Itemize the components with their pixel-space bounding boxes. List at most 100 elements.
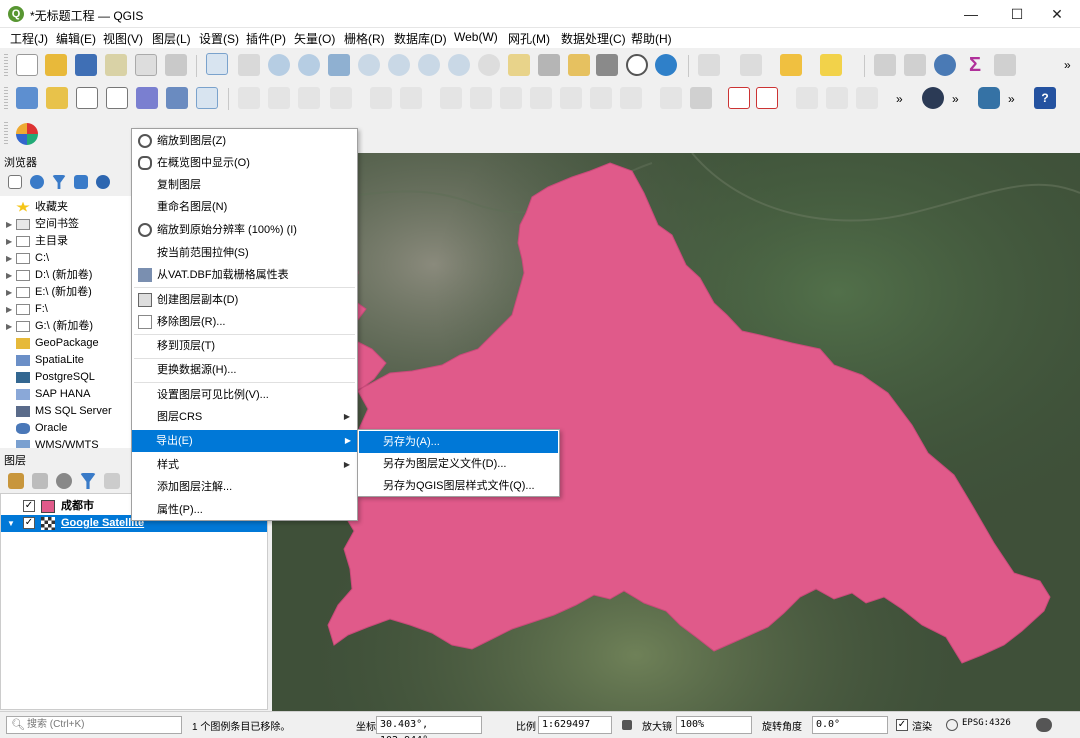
select-features-icon[interactable]: [698, 54, 720, 76]
toggle-editing-icon[interactable]: [268, 87, 290, 109]
menu-mesh[interactable]: 网孔(M): [508, 30, 550, 47]
menu-item-show-in-overview[interactable]: 在概览图中显示(O): [133, 152, 356, 174]
menu-plugins[interactable]: 插件(P): [246, 30, 286, 47]
new-bookmark-icon[interactable]: [568, 54, 590, 76]
new-geopackage-icon[interactable]: [46, 87, 68, 109]
current-edits-icon[interactable]: [238, 87, 260, 109]
browser-item-favorites[interactable]: 收藏夹: [6, 199, 68, 215]
save-project-icon[interactable]: [75, 54, 97, 76]
scale-field[interactable]: 1:629497: [538, 716, 612, 734]
toolbar-grip[interactable]: [4, 54, 8, 78]
add-feature-icon[interactable]: [370, 87, 392, 109]
browser-item-drive-g[interactable]: ▶ G:\ (新加卷): [6, 318, 93, 334]
new-map-view-icon[interactable]: [508, 54, 530, 76]
layer-styling-icon[interactable]: [8, 473, 24, 489]
refresh-icon[interactable]: [30, 175, 44, 189]
menu-item-save-as[interactable]: 另存为(A)...: [359, 431, 558, 453]
identify-icon[interactable]: [874, 54, 896, 76]
menu-item-zoom-native[interactable]: 缩放到原始分辨率 (100%) (I): [133, 219, 356, 241]
browser-item-sap-hana[interactable]: SAP HANA: [6, 386, 90, 402]
deselect-icon[interactable]: [780, 54, 802, 76]
menu-item-copy-layer[interactable]: 复制图层: [133, 174, 356, 196]
new-project-icon[interactable]: [16, 54, 38, 76]
menu-item-change-source[interactable]: 更换数据源(H)...: [133, 359, 356, 381]
save-edits-icon[interactable]: [298, 87, 320, 109]
statistics-sum-icon[interactable]: Σ: [964, 54, 986, 76]
show-unplaced-labels-icon[interactable]: [796, 87, 818, 109]
toolbar-overflow-button[interactable]: »: [1008, 92, 1015, 106]
menu-help[interactable]: 帮助(H): [631, 30, 672, 47]
pan-icon[interactable]: [206, 53, 228, 75]
menu-item-add-annotation[interactable]: 添加图层注解...: [133, 476, 356, 498]
info-icon[interactable]: [96, 175, 110, 189]
coordinate-field[interactable]: 30.403°, 102.944°: [376, 716, 482, 738]
menu-raster[interactable]: 栅格(R): [344, 30, 385, 47]
menu-item-visibility-scale[interactable]: 设置图层可见比例(V)...: [133, 384, 356, 406]
modify-attributes-icon[interactable]: [440, 87, 462, 109]
help-icon[interactable]: ?: [1034, 87, 1056, 109]
menu-processing[interactable]: 数据处理(C): [561, 30, 626, 47]
rotate-label-icon[interactable]: [856, 87, 878, 109]
delete-selected-icon[interactable]: [470, 87, 492, 109]
temporal-controller-icon[interactable]: [626, 54, 648, 76]
print-layout-icon[interactable]: [135, 54, 157, 76]
select-by-value-icon[interactable]: [740, 54, 762, 76]
close-button[interactable]: ✕: [1034, 0, 1080, 28]
zoom-out-icon[interactable]: [298, 54, 320, 76]
filter-icon[interactable]: [52, 175, 66, 189]
browser-item-mssql[interactable]: MS SQL Server: [6, 403, 112, 419]
menu-database[interactable]: 数据库(D): [394, 30, 447, 47]
new-memory-layer-icon[interactable]: [136, 87, 158, 109]
vertex-tool-icon[interactable]: [400, 87, 422, 109]
menu-item-move-to-top[interactable]: 移到顶层(T): [133, 335, 356, 357]
browser-item-drive-e[interactable]: ▶ E:\ (新加卷): [6, 284, 92, 300]
browser-item-home[interactable]: ▶ 主目录: [6, 233, 68, 249]
layer-labeling-icon[interactable]: [728, 87, 750, 109]
locator-search-input[interactable]: 🔍︎ 搜索 (Ctrl+K): [6, 716, 182, 734]
minimize-button[interactable]: —: [948, 0, 994, 28]
label-toolbar-icon[interactable]: [660, 87, 682, 109]
zoom-in-icon[interactable]: [268, 54, 290, 76]
lock-scale-icon[interactable]: [622, 720, 632, 730]
plugin-globe-icon[interactable]: [16, 123, 38, 145]
browser-item-postgresql[interactable]: PostgreSQL: [6, 369, 95, 385]
browser-item-wms[interactable]: WMS/WMTS: [6, 437, 99, 448]
browser-item-bookmarks[interactable]: ▶ 空间书签: [6, 216, 79, 232]
browser-item-geopackage[interactable]: GeoPackage: [6, 335, 99, 351]
undo-icon[interactable]: [590, 87, 612, 109]
menu-item-properties[interactable]: 属性(P)...: [133, 499, 356, 521]
layer-visibility-checkbox[interactable]: ✓: [23, 500, 35, 512]
open-project-icon[interactable]: [45, 54, 67, 76]
filter-legend-icon[interactable]: [80, 473, 96, 489]
toolbar-overflow-button[interactable]: »: [1064, 58, 1071, 72]
menu-item-save-as-layer-definition[interactable]: 另存为图层定义文件(D)...: [359, 453, 558, 475]
zoom-native-icon[interactable]: [418, 54, 440, 76]
add-group-icon[interactable]: [32, 473, 48, 489]
toolbar-overflow-button[interactable]: »: [952, 92, 959, 106]
browser-item-drive-c[interactable]: ▶ C:\: [6, 250, 49, 266]
rotation-field[interactable]: 0.0°: [812, 716, 888, 734]
menu-project[interactable]: 工程(J): [10, 30, 48, 47]
zoom-layer-icon[interactable]: [388, 54, 410, 76]
browser-item-spatialite[interactable]: SpatiaLite: [6, 352, 84, 368]
new-3d-view-icon[interactable]: [538, 54, 560, 76]
messages-icon[interactable]: [1036, 718, 1052, 732]
menu-edit[interactable]: 编辑(E): [56, 30, 96, 47]
pin-labels-icon[interactable]: [690, 87, 712, 109]
new-spatialite-icon[interactable]: [106, 87, 128, 109]
style-manager-icon[interactable]: [165, 54, 187, 76]
menu-vector[interactable]: 矢量(O): [294, 30, 335, 47]
cut-features-icon[interactable]: [500, 87, 522, 109]
menu-item-remove-layer[interactable]: 移除图层(R)...: [133, 311, 356, 333]
menu-web[interactable]: Web(W): [454, 30, 498, 44]
menu-item-layer-crs[interactable]: 图层CRS ▶: [133, 406, 356, 428]
menu-item-styles[interactable]: 样式 ▶: [133, 454, 356, 476]
toolbar-overflow-button[interactable]: »: [896, 92, 903, 106]
menu-item-duplicate-layer[interactable]: 创建图层副本(D): [133, 289, 356, 311]
show-bookmarks-icon[interactable]: [596, 54, 618, 76]
digitize-icon[interactable]: [330, 87, 352, 109]
menu-item-load-vat[interactable]: 从VAT.DBF加载栅格属性表: [133, 264, 356, 286]
zoom-selection-icon[interactable]: [358, 54, 380, 76]
attribute-table-icon[interactable]: [904, 54, 926, 76]
manage-map-themes-icon[interactable]: [56, 473, 72, 489]
